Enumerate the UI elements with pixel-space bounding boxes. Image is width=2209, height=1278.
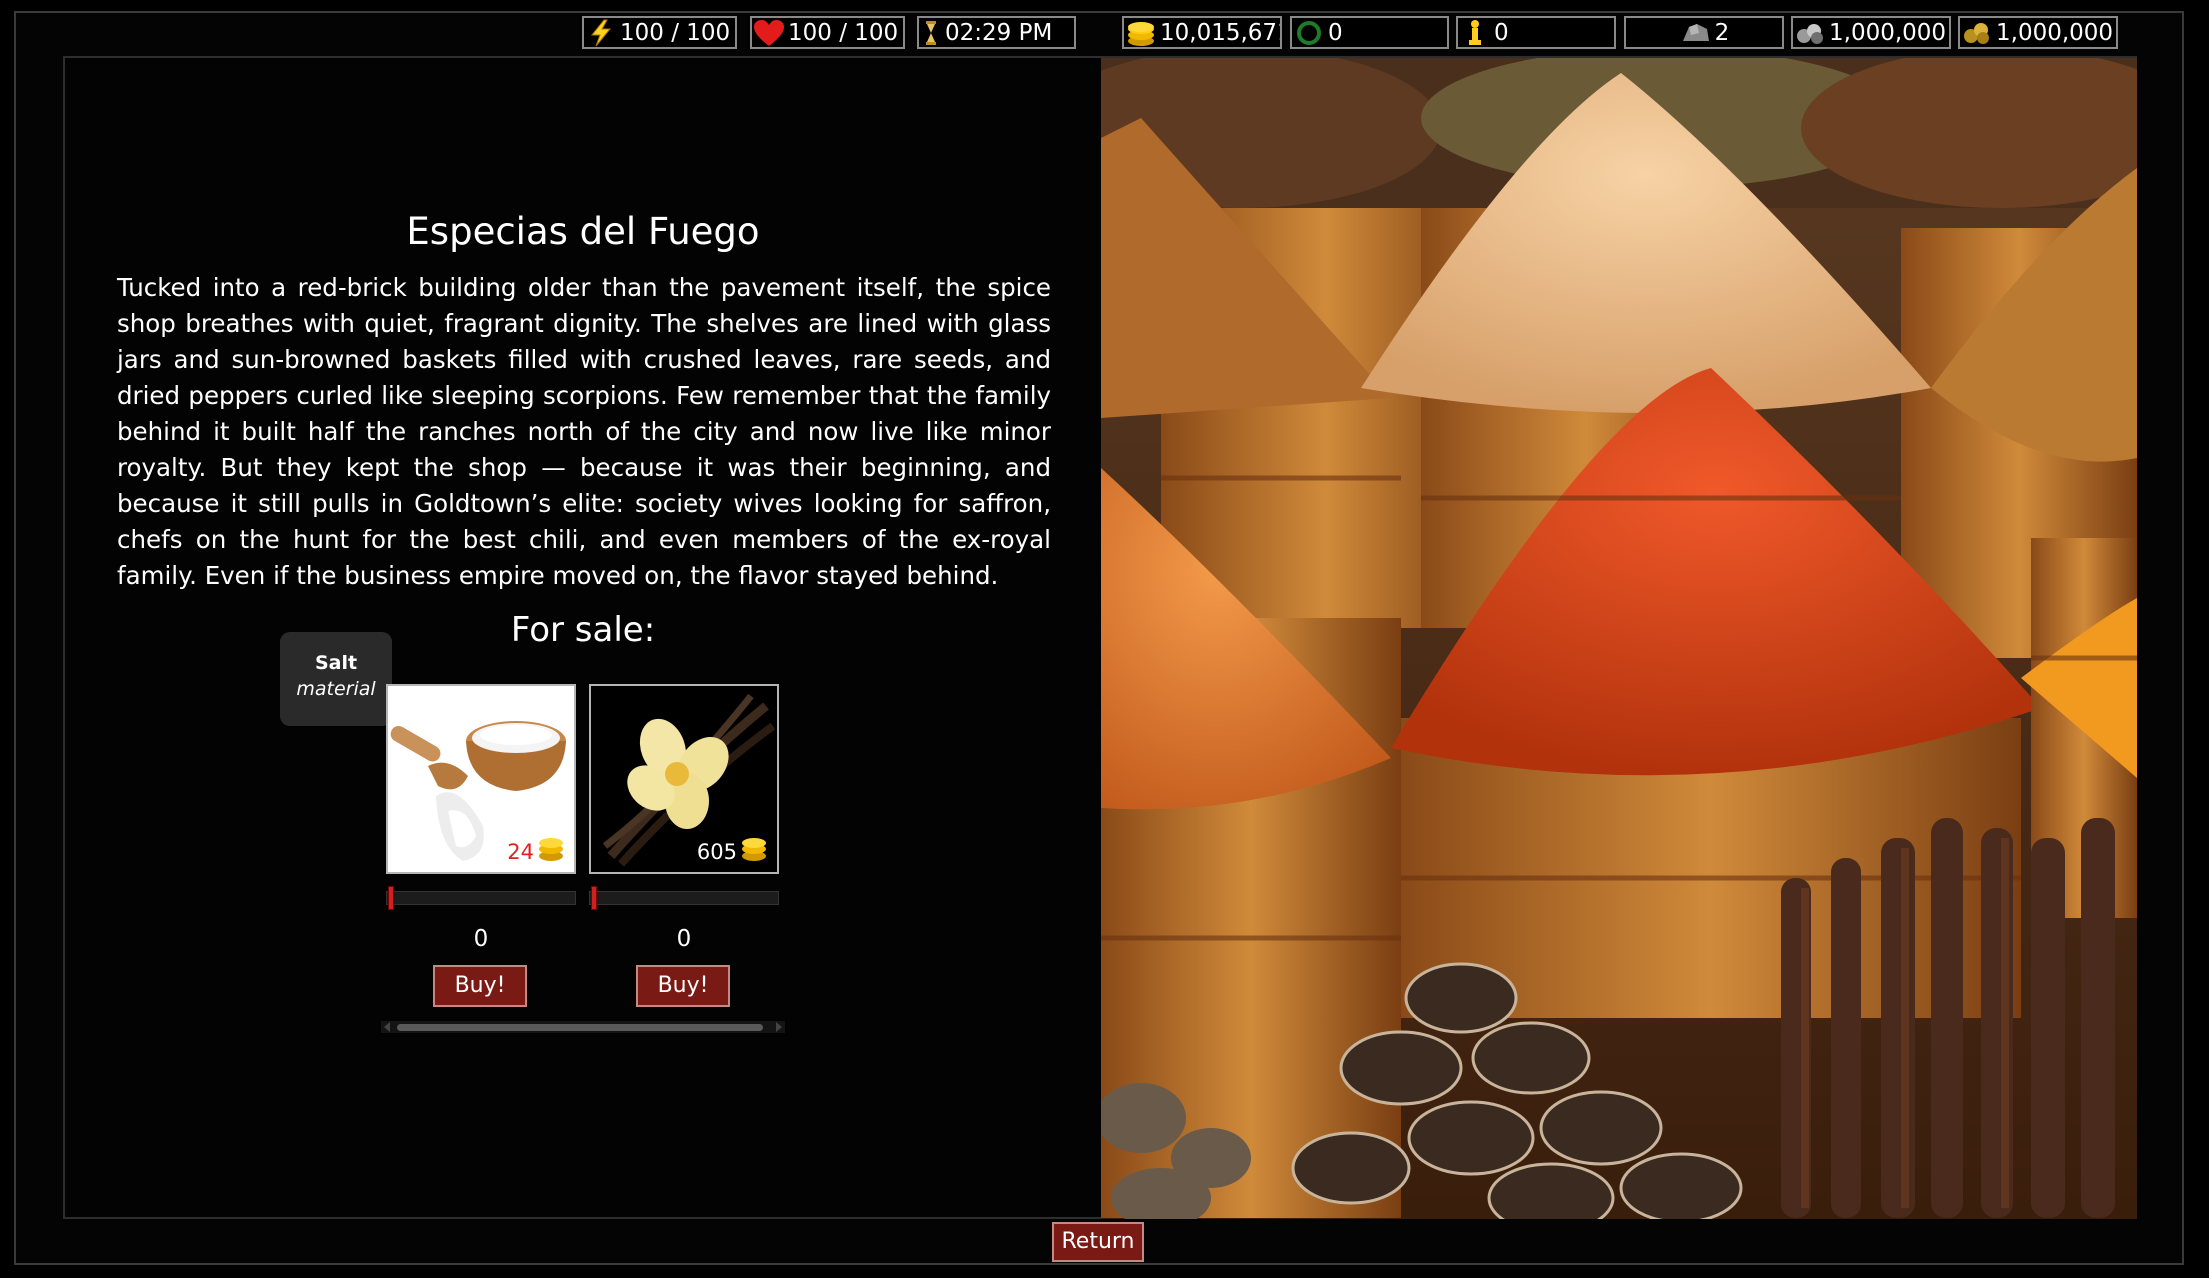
scrollbar-thumb[interactable] [397, 1024, 763, 1031]
items-scrollbar[interactable] [381, 1021, 785, 1033]
health-stat: 100 / 100 [750, 16, 905, 49]
item-tooltip: Salt material [280, 632, 392, 726]
gold-coin-icon [536, 835, 566, 868]
hourglass-icon [919, 18, 943, 47]
coal-stat: 1,000,000 [1791, 16, 1951, 49]
shop-panel: Especias del Fuego Tucked into a red-bri… [63, 48, 2201, 1234]
nuggets-stat: 1,000,000 [1958, 16, 2118, 49]
slider-thumb[interactable] [591, 886, 597, 910]
gold-coin-icon [739, 835, 769, 868]
time-stat: 02:29 PM [917, 16, 1076, 49]
slider-track [386, 891, 576, 905]
for-sale-heading: For sale: [510, 610, 656, 650]
ring-icon [1292, 18, 1326, 47]
pawns-stat: 0 [1456, 16, 1616, 49]
salt-quantity: 0 [473, 926, 489, 952]
gold-coins-icon [1124, 18, 1158, 47]
return-button[interactable]: Return [1052, 1222, 1144, 1262]
energy-value: 100 / 100 [620, 19, 731, 46]
vanilla-quantity-slider[interactable] [589, 886, 779, 910]
gold-stat: 10,015,671 [1122, 16, 1282, 49]
rings-value: 0 [1328, 19, 1343, 46]
vanilla-item-card[interactable]: 605 [589, 684, 779, 874]
scroll-right-icon[interactable] [776, 1022, 782, 1032]
shop-title: Especias del Fuego [406, 210, 760, 253]
ore-stat: 2 [1624, 16, 1784, 49]
vanilla-price: 605 [697, 835, 769, 868]
coal-value: 1,000,000 [1829, 19, 1947, 46]
ore-value: 2 [1714, 19, 1730, 46]
salt-quantity-slider[interactable] [386, 886, 576, 910]
pawn-icon [1458, 18, 1492, 47]
spice-market-image [1041, 48, 2201, 1234]
status-bar: 100 / 100 100 / 100 02:29 PM 10,015,671 … [0, 16, 2209, 49]
salt-item-card[interactable]: 24 [386, 684, 576, 874]
time-value: 02:29 PM [945, 19, 1053, 46]
gold-value: 10,015,671 [1160, 19, 1282, 46]
salt-price: 24 [507, 835, 566, 868]
scroll-left-icon[interactable] [384, 1022, 390, 1032]
lightning-icon [584, 18, 618, 47]
nuggets-value: 1,000,000 [1996, 19, 2114, 46]
shop-info: Especias del Fuego Tucked into a red-bri… [65, 58, 1101, 1217]
vanilla-quantity: 0 [676, 926, 692, 952]
pawns-value: 0 [1494, 19, 1509, 46]
energy-stat: 100 / 100 [582, 16, 737, 49]
slider-thumb[interactable] [388, 886, 394, 910]
coal-icon [1793, 18, 1827, 47]
vanilla-price-value: 605 [696, 839, 737, 864]
ore-icon [1679, 18, 1713, 47]
health-value: 100 / 100 [788, 19, 899, 46]
salt-price-value: 24 [507, 839, 534, 864]
tooltip-item-type: material [296, 678, 376, 700]
slider-track [589, 891, 779, 905]
tooltip-item-name: Salt [314, 652, 358, 674]
rings-stat: 0 [1290, 16, 1449, 49]
buy-salt-button[interactable]: Buy! [433, 965, 527, 1007]
shop-description: Tucked into a red-brick building older t… [117, 273, 1051, 590]
heart-icon [752, 18, 786, 47]
buy-vanilla-button[interactable]: Buy! [636, 965, 730, 1007]
nugget-icon [1960, 18, 1994, 47]
